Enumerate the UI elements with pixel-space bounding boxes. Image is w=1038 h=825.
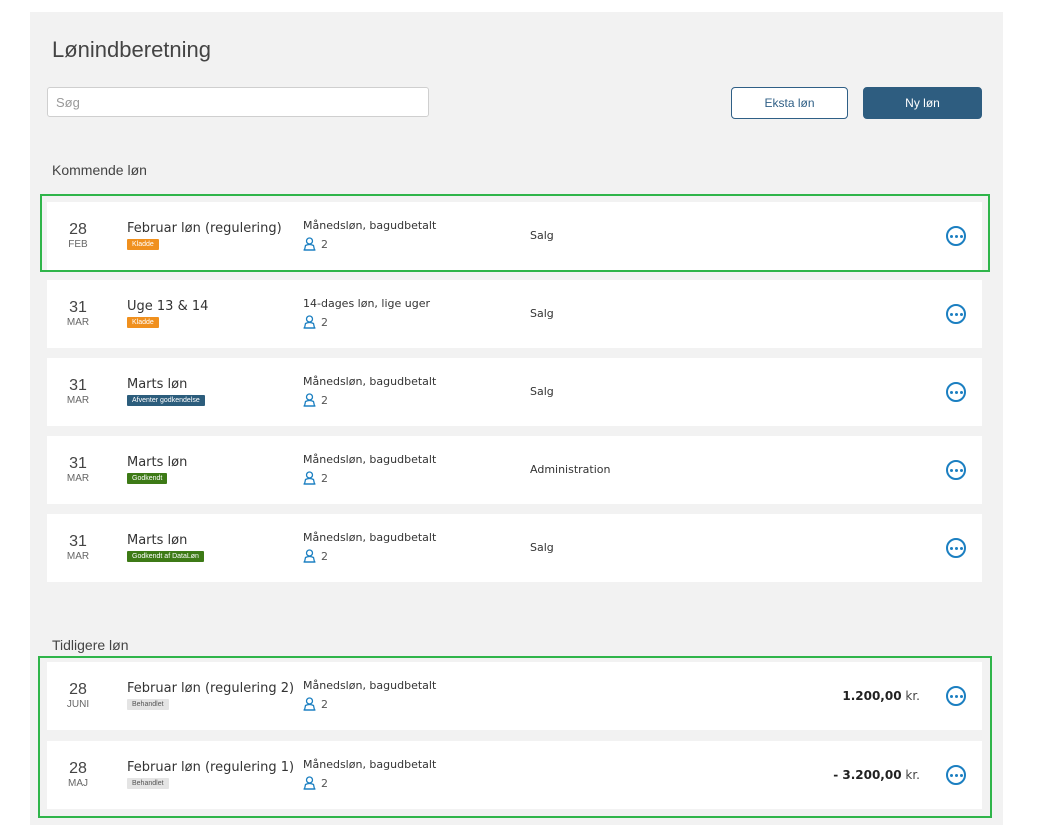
more-options-icon[interactable] — [946, 226, 966, 246]
pay-date-day: 31 — [69, 299, 87, 316]
pay-date: 28 MAJ — [60, 761, 96, 789]
employee-count: 2 — [303, 549, 328, 563]
pay-type: Månedsløn, bagudbetalt — [303, 531, 437, 544]
payroll-name: Februar løn (regulering) — [127, 221, 282, 236]
department: Salg — [530, 307, 554, 320]
employee-count-value: 2 — [321, 237, 328, 251]
more-options-icon[interactable] — [946, 382, 966, 402]
employee-count-value: 2 — [321, 471, 328, 485]
pay-date-day: 28 — [69, 681, 87, 698]
pay-date: 28 JUNI — [60, 682, 96, 710]
department: Salg — [530, 541, 554, 554]
payroll-row[interactable]: 31 MAR Marts løn Afventer godkendelse Må… — [47, 358, 982, 426]
status-badge: Kladde — [127, 239, 159, 250]
more-options-icon[interactable] — [946, 686, 966, 706]
status-badge: Behandlet — [127, 778, 169, 789]
payroll-row[interactable]: 31 MAR Marts løn Godkendt af DataLøn Mån… — [47, 514, 982, 582]
pay-type: Månedsløn, bagudbetalt — [303, 219, 437, 232]
employee-count-value: 2 — [321, 315, 328, 329]
amount-value: 1.200,00 — [842, 689, 902, 703]
more-options-icon[interactable] — [946, 304, 966, 324]
more-options-icon[interactable] — [946, 460, 966, 480]
person-icon — [303, 697, 316, 711]
pay-date-day: 31 — [69, 533, 87, 550]
pay-date-month: MAR — [66, 473, 90, 484]
employee-count-value: 2 — [321, 776, 328, 790]
employee-count-value: 2 — [321, 549, 328, 563]
amount-currency: kr. — [905, 768, 920, 782]
new-pay-button[interactable]: Ny løn — [863, 87, 982, 119]
status-badge: Godkendt af DataLøn — [127, 551, 204, 562]
status-badge: Kladde — [127, 317, 159, 328]
pay-date-day: 28 — [69, 760, 87, 777]
amount-value: - 3.200,00 — [833, 768, 902, 782]
payroll-name: Marts løn — [127, 533, 188, 548]
payroll-name: Februar løn (regulering 2) — [127, 681, 295, 696]
person-icon — [303, 237, 316, 251]
department: Administration — [530, 463, 611, 476]
payroll-row[interactable]: 28 FEB Februar løn (regulering) Kladde M… — [47, 202, 982, 270]
department: Salg — [530, 385, 554, 398]
department: Salg — [530, 229, 554, 242]
pay-date-day: 28 — [69, 221, 87, 238]
more-options-icon[interactable] — [946, 538, 966, 558]
pay-date-month: MAR — [66, 395, 90, 406]
pay-date-month: MAR — [66, 317, 90, 328]
payroll-row[interactable]: 31 MAR Marts løn Godkendt Månedsløn, bag… — [47, 436, 982, 504]
person-icon — [303, 776, 316, 790]
pay-date: 31 MAR — [60, 534, 96, 562]
employee-count: 2 — [303, 237, 328, 251]
payroll-amount: - 3.200,00 kr. — [833, 768, 920, 782]
pay-date: 28 FEB — [60, 222, 96, 250]
employee-count: 2 — [303, 471, 328, 485]
employee-count: 2 — [303, 776, 328, 790]
status-badge: Behandlet — [127, 699, 169, 710]
pay-date-month: FEB — [68, 239, 88, 250]
more-options-icon[interactable] — [946, 765, 966, 785]
payroll-amount: 1.200,00 kr. — [842, 689, 920, 703]
person-icon — [303, 549, 316, 563]
person-icon — [303, 315, 316, 329]
payroll-row[interactable]: 28 MAJ Februar løn (regulering 1) Behand… — [47, 741, 982, 809]
pay-date: 31 MAR — [60, 456, 96, 484]
pay-date-month: JUNI — [66, 699, 90, 710]
pay-type: Månedsløn, bagudbetalt — [303, 375, 437, 388]
page-title: Lønindberetning — [52, 37, 212, 62]
employee-count: 2 — [303, 697, 328, 711]
pay-type: Månedsløn, bagudbetalt — [303, 679, 437, 692]
payroll-name: Februar løn (regulering 1) — [127, 760, 295, 775]
upcoming-section-title: Kommende løn — [52, 162, 147, 178]
employee-count-value: 2 — [321, 393, 328, 407]
employee-count: 2 — [303, 315, 328, 329]
pay-date-day: 31 — [69, 377, 87, 394]
pay-date-month: MAJ — [68, 778, 88, 789]
payroll-row[interactable]: 28 JUNI Februar løn (regulering 2) Behan… — [47, 662, 982, 730]
pay-date-month: MAR — [66, 551, 90, 562]
previous-section-title: Tidligere løn — [52, 637, 129, 653]
person-icon — [303, 471, 316, 485]
payroll-row[interactable]: 31 MAR Uge 13 & 14 Kladde 14-dages løn, … — [47, 280, 982, 348]
person-icon — [303, 393, 316, 407]
search-input[interactable] — [47, 87, 429, 117]
payroll-name: Uge 13 & 14 — [127, 299, 209, 314]
payroll-name: Marts løn — [127, 377, 188, 392]
pay-date: 31 MAR — [60, 378, 96, 406]
extra-pay-button[interactable]: Eksta løn — [731, 87, 848, 119]
amount-currency: kr. — [905, 689, 920, 703]
pay-date-day: 31 — [69, 455, 87, 472]
employee-count-value: 2 — [321, 697, 328, 711]
pay-type: 14-dages løn, lige uger — [303, 297, 431, 310]
pay-date: 31 MAR — [60, 300, 96, 328]
pay-type: Månedsløn, bagudbetalt — [303, 758, 437, 771]
employee-count: 2 — [303, 393, 328, 407]
status-badge: Afventer godkendelse — [127, 395, 205, 406]
pay-type: Månedsløn, bagudbetalt — [303, 453, 437, 466]
status-badge: Godkendt — [127, 473, 168, 484]
payroll-name: Marts løn — [127, 455, 188, 470]
